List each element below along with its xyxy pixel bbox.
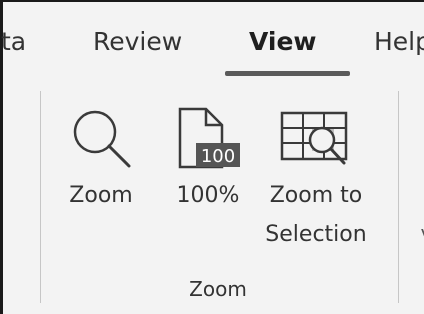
- zoom-button-label: Zoom: [69, 183, 133, 208]
- zoom-100-percent-button[interactable]: 100 100%: [166, 96, 250, 216]
- ribbon-panel: Zoom 100 100% Zoom to Selection Zoom V: [3, 86, 424, 314]
- zoom-to-selection-button[interactable]: Zoom to Selection: [253, 96, 379, 266]
- magnifier-icon: [73, 110, 131, 168]
- zoom-to-selection-label-line2: Selection: [265, 222, 367, 247]
- ribbon-tab-strip: ta Review View Help: [1, 2, 424, 86]
- zoom-group-label: Zoom: [189, 277, 247, 301]
- tab-data-partial[interactable]: ta: [1, 26, 26, 58]
- group-separator: [40, 91, 41, 303]
- tab-view[interactable]: View: [249, 26, 317, 58]
- page-100-badge-text: 100: [201, 146, 235, 167]
- tab-review[interactable]: Review: [93, 26, 182, 58]
- zoom-to-selection-label-line1: Zoom to: [269, 183, 363, 208]
- zoom-to-selection-icon: [280, 111, 348, 165]
- zoom-button[interactable]: Zoom: [61, 96, 141, 216]
- active-tab-indicator: [225, 71, 350, 76]
- group-separator: [398, 91, 399, 303]
- zoom-100-percent-label: 100%: [176, 183, 240, 208]
- tab-help-partial[interactable]: Help: [374, 26, 424, 58]
- page-100-icon: 100: [178, 107, 240, 169]
